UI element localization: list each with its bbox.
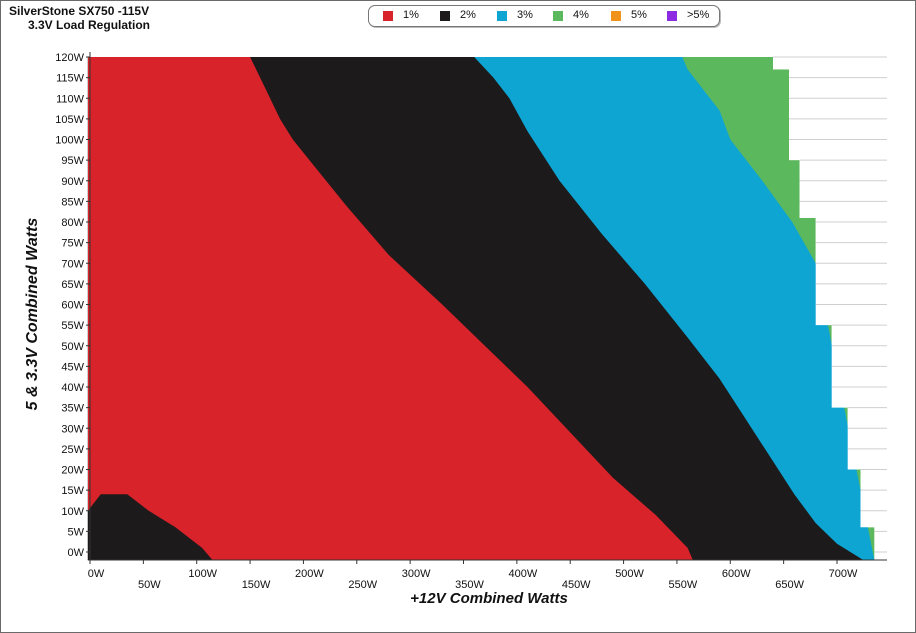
- x-tick-label-4: 200W: [295, 568, 324, 580]
- y-tick-label-3: 15W: [61, 485, 84, 497]
- x-tick-label-11: 550W: [669, 579, 698, 591]
- y-tick-label-18: 90W: [61, 176, 84, 188]
- y-tick-label-1: 5W: [68, 526, 85, 538]
- y-tick-label-16: 80W: [61, 217, 84, 229]
- y-tick-label-5: 25W: [61, 444, 84, 456]
- y-tick-label-19: 95W: [61, 155, 84, 167]
- y-tick-label-7: 35W: [61, 403, 84, 415]
- x-tick-label-6: 300W: [402, 568, 431, 580]
- x-tick-label-8: 400W: [508, 568, 537, 580]
- y-tick-label-22: 110W: [56, 93, 85, 105]
- x-tick-label-1: 50W: [138, 579, 161, 591]
- chart-plot: 0W 5W 10W 15W 20W 25W 30W 35W 40W 45W 50W 55W 60W 65W…: [55, 36, 901, 591]
- y-tick-label-24: 120W: [55, 52, 84, 64]
- y-tick-label-20: 100W: [55, 135, 84, 147]
- x-tick-label-5: 250W: [348, 579, 377, 591]
- y-tick-label-12: 60W: [61, 300, 84, 312]
- x-tick-label-14: 700W: [829, 568, 858, 580]
- y-tick-label-8: 40W: [61, 382, 84, 394]
- y-tick-label-0: 0W: [68, 547, 85, 559]
- y-tick-label-4: 20W: [61, 465, 84, 477]
- x-tick-label-2: 100W: [188, 568, 217, 580]
- y-tick-label-11: 55W: [61, 320, 84, 332]
- x-tick-label-12: 600W: [722, 568, 751, 580]
- x-tick-label-13: 650W: [775, 579, 804, 591]
- y-tick-label-6: 30W: [61, 423, 84, 435]
- y-tick-label-15: 75W: [61, 238, 84, 250]
- chart-frame: SilverStone SX750 -115V 3.3V Load Regula…: [0, 0, 916, 633]
- x-tick-label-0: 0W: [88, 568, 105, 580]
- y-tick-label-10: 50W: [61, 341, 84, 353]
- x-tick-label-10: 500W: [615, 568, 644, 580]
- y-tick-label-2: 10W: [61, 506, 84, 518]
- y-tick-label-17: 85W: [61, 196, 84, 208]
- y-axis-label: 5 & 3.3V Combined Watts: [24, 217, 41, 411]
- x-axis-label: +12V Combined Watts: [410, 590, 568, 607]
- x-tick-label-3: 150W: [242, 579, 271, 591]
- y-tick-label-21: 105W: [55, 114, 84, 126]
- y-tick-label-9: 45W: [61, 361, 84, 373]
- y-tick-label-14: 70W: [61, 258, 84, 270]
- y-tick-label-13: 65W: [61, 279, 84, 291]
- y-tick-label-23: 115W: [56, 73, 85, 85]
